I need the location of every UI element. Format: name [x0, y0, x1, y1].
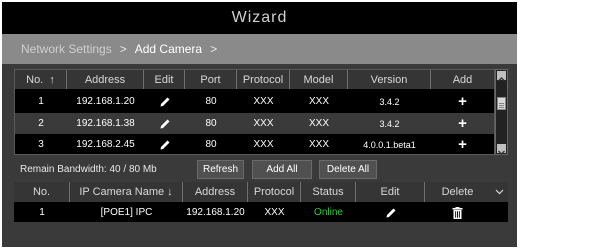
table-row[interactable]: 3 192.168.2.45 80 XXX XXX 4.0.0.1.beta1 … [15, 134, 494, 155]
edit-pencil-icon[interactable] [356, 203, 425, 222]
remain-bandwidth-label: Remain Bandwidth: 40 / 80 Mb [20, 163, 157, 175]
row-protocol: XXX [253, 96, 274, 107]
row-model: XXX [308, 139, 329, 150]
row-address: 192.168.2.45 [76, 139, 135, 150]
column-header-protocol[interactable]: Protocol [237, 70, 290, 89]
window-title: Wizard [231, 9, 288, 26]
column-header-model[interactable]: Model [290, 70, 348, 89]
row-version: 4.0.0.1.beta1 [363, 139, 416, 150]
sort-up-icon: ↑ [49, 73, 55, 86]
scroll-up-arrow-icon[interactable] [497, 71, 506, 82]
add-camera-button[interactable]: + [431, 134, 494, 155]
breadcrumb: Network Settings > Add Camera > [2, 34, 517, 64]
row-camera-name: [POE1] IPC [100, 207, 153, 218]
added-cameras-table: No. IP Camera Name ↓ Address Protocol St… [14, 182, 508, 222]
table-row[interactable]: 1 192.168.1.20 80 XXX XXX 3.4.2 + [15, 91, 494, 112]
column-header-edit: Edit [356, 182, 425, 202]
column-header-address[interactable]: Address [67, 70, 144, 89]
row-no: 1 [38, 96, 44, 107]
row-port: 80 [205, 139, 217, 150]
title-bar: Wizard [2, 2, 517, 34]
search-table-scrollbar[interactable] [495, 69, 508, 155]
breadcrumb-network-settings[interactable]: Network Settings [21, 42, 112, 56]
add-camera-button[interactable]: + [431, 113, 494, 134]
delete-all-button[interactable]: Delete All [319, 160, 377, 179]
column-header-port[interactable]: Port [185, 70, 237, 89]
search-results-table: No. ↑ Address Edit Port Protocol Model V… [14, 69, 495, 155]
row-port: 80 [205, 96, 217, 107]
scrollbar-thumb[interactable] [497, 97, 506, 110]
table-header: No. ↑ Address Edit Port Protocol Model V… [15, 70, 494, 89]
edit-pencil-icon[interactable] [144, 113, 185, 134]
row-address: 192.168.1.38 [76, 118, 135, 129]
row-no: 3 [38, 139, 44, 150]
row-version: 3.4.2 [379, 118, 400, 129]
row-no: 2 [38, 118, 44, 129]
row-address: 192.168.1.20 [76, 96, 135, 107]
column-header-add: Add [452, 73, 473, 86]
breadcrumb-separator: > [119, 42, 127, 56]
add-all-button[interactable]: Add All [252, 160, 312, 179]
edit-pencil-icon[interactable] [144, 91, 185, 112]
column-header-version[interactable]: Version [348, 70, 431, 89]
sort-down-icon: ↓ [167, 186, 173, 198]
scroll-down-arrow-icon[interactable] [497, 144, 506, 155]
row-port: 80 [205, 118, 217, 129]
column-header-protocol[interactable]: Protocol [248, 182, 301, 202]
table-row[interactable]: 1 [POE1] IPC 192.168.1.20 XXX Online [14, 203, 508, 222]
edit-pencil-icon[interactable] [144, 134, 185, 155]
column-header-address[interactable]: Address [183, 182, 248, 202]
column-header-no[interactable]: No. ↑ [15, 70, 67, 89]
row-model: XXX [308, 118, 329, 129]
column-header-delete: Delete [441, 186, 474, 198]
row-protocol: XXX [253, 118, 274, 129]
row-address: 192.168.1.20 [186, 207, 245, 218]
breadcrumb-add-camera: Add Camera [134, 42, 203, 56]
status-online: Online [314, 207, 343, 218]
table-row[interactable]: 2 192.168.1.38 80 XXX XXX 3.4.2 + [15, 113, 494, 134]
row-model: XXX [308, 96, 329, 107]
row-no: 1 [39, 207, 45, 218]
row-protocol: XXX [264, 207, 285, 218]
column-header-ip-camera-name[interactable]: IP Camera Name ↓ [70, 182, 183, 202]
delete-trash-icon[interactable] [425, 203, 490, 222]
breadcrumb-separator: > [210, 42, 218, 56]
add-camera-button[interactable]: + [431, 91, 494, 112]
table-header: No. IP Camera Name ↓ Address Protocol St… [14, 182, 508, 202]
chevron-down-icon[interactable] [490, 182, 508, 202]
column-header-edit: Edit [144, 70, 185, 89]
refresh-button[interactable]: Refresh [197, 160, 244, 179]
column-header-no[interactable]: No. [14, 182, 70, 202]
column-header-status[interactable]: Status [301, 182, 356, 202]
row-protocol: XXX [253, 139, 274, 150]
row-version: 3.4.2 [379, 96, 400, 107]
